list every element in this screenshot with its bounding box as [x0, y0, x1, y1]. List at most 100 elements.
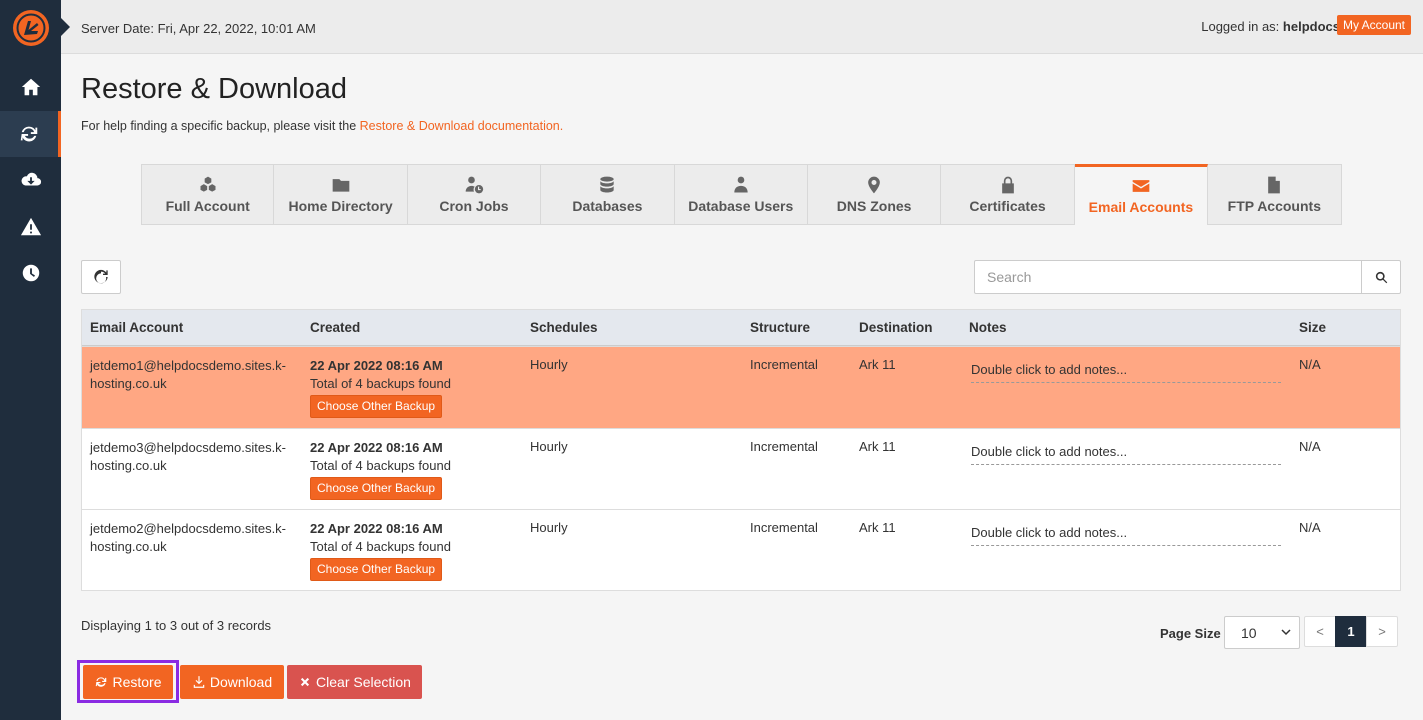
page-size-label: Page Size: [1160, 626, 1221, 641]
tab-database-users[interactable]: Database Users: [674, 164, 808, 225]
documentation-link[interactable]: Restore & Download documentation.: [360, 119, 564, 133]
tab-home-directory[interactable]: Home Directory: [274, 164, 408, 225]
choose-other-backup-button[interactable]: Choose Other Backup: [310, 477, 443, 500]
sidebar-item-restore[interactable]: [0, 111, 61, 157]
tab-dns-zones[interactable]: DNS Zones: [807, 164, 942, 225]
tab-email-accounts[interactable]: Email Accounts: [1074, 164, 1209, 225]
search-icon: [1375, 271, 1387, 283]
tab-label: Cron Jobs: [439, 198, 509, 214]
refresh-icon: [94, 269, 108, 284]
tab-label: FTP Accounts: [1227, 198, 1321, 214]
pager-next-button[interactable]: >: [1366, 616, 1398, 647]
logo[interactable]: [13, 10, 49, 46]
search-input[interactable]: [974, 260, 1362, 294]
records-count: Displaying 1 to 3 out of 3 records: [81, 618, 272, 633]
chevron-down-icon: [1281, 629, 1291, 636]
schedule-cell: Hourly: [530, 357, 568, 372]
destination-cell: Ark 11: [859, 357, 896, 372]
notes-field[interactable]: Double click to add notes...: [971, 361, 1281, 383]
schedule-cell: Hourly: [530, 439, 568, 454]
choose-other-backup-button[interactable]: Choose Other Backup: [310, 558, 443, 581]
table-row[interactable]: jetdemo3@helpdocsdemo.sites.k- hosting.c…: [82, 428, 1400, 509]
close-icon: [300, 677, 310, 687]
tab-label: Certificates: [969, 198, 1046, 214]
size-cell: N/A: [1299, 439, 1321, 454]
column-header-email[interactable]: Email Account: [82, 319, 302, 337]
tab-certificates[interactable]: Certificates: [941, 164, 1075, 225]
user-tie-icon: [734, 176, 748, 193]
refresh-button[interactable]: [81, 260, 121, 294]
server-date: Server Date: Fri, Apr 22, 2022, 10:01 AM: [81, 21, 316, 36]
structure-cell: Incremental: [750, 439, 818, 454]
size-cell: N/A: [1299, 357, 1321, 372]
download-icon: [193, 676, 205, 688]
sync-icon: [20, 126, 38, 142]
logged-in-prefix: Logged in as:: [1201, 19, 1283, 34]
email-line: jetdemo3@helpdocsdemo.sites.k-: [90, 440, 287, 455]
email-line: hosting.co.uk: [90, 376, 167, 391]
file-icon: [1268, 176, 1281, 194]
pager-page-1[interactable]: 1: [1335, 616, 1367, 647]
email-cell: jetdemo2@helpdocsdemo.sites.k- hosting.c…: [82, 510, 302, 590]
column-header-structure[interactable]: Structure: [742, 320, 851, 335]
column-header-created[interactable]: Created: [302, 319, 522, 337]
created-date: 22 Apr 2022 08:16 AM: [310, 440, 443, 455]
tab-label: Database Users: [688, 198, 794, 214]
topbar-arrow: [61, 18, 70, 36]
restore-button[interactable]: Restore: [83, 665, 173, 699]
column-header-notes[interactable]: Notes: [961, 320, 1291, 335]
created-cell: 22 Apr 2022 08:16 AM Total of 4 backups …: [302, 429, 522, 509]
restore-label: Restore: [112, 674, 162, 690]
database-icon: [600, 176, 615, 193]
page-title: Restore & Download: [81, 73, 347, 105]
schedule-cell: Hourly: [530, 520, 568, 535]
notes-cell: Double click to add notes...: [961, 510, 1291, 590]
sidebar-item-cloud[interactable]: [0, 157, 61, 203]
notes-cell: Double click to add notes...: [961, 429, 1291, 509]
my-account-button[interactable]: My Account: [1336, 15, 1411, 35]
backup-count: Total of 4 backups found: [310, 376, 451, 391]
pager-prev-button[interactable]: <: [1304, 616, 1336, 647]
table-header: Email Account Created Schedules Structur…: [82, 310, 1400, 346]
tab-full-account[interactable]: Full Account: [141, 164, 275, 225]
page-size-select[interactable]: 10: [1224, 616, 1300, 649]
email-line: jetdemo2@helpdocsdemo.sites.k-: [90, 521, 287, 536]
sidebar-item-history[interactable]: [0, 250, 61, 296]
table-row[interactable]: jetdemo1@helpdocsdemo.sites.k- hosting.c…: [82, 346, 1400, 428]
tab-label: Home Directory: [288, 198, 393, 214]
clock-icon: [22, 264, 39, 282]
created-cell: 22 Apr 2022 08:16 AM Total of 4 backups …: [302, 347, 522, 428]
tab-databases[interactable]: Databases: [541, 164, 675, 225]
backup-count: Total of 4 backups found: [310, 539, 451, 554]
sync-icon: [96, 677, 107, 687]
email-accounts-table: Email Account Created Schedules Structur…: [81, 309, 1401, 591]
clear-selection-button[interactable]: Clear Selection: [287, 665, 422, 699]
tab-label: Full Account: [165, 198, 250, 214]
created-date: 22 Apr 2022 08:16 AM: [310, 521, 443, 536]
backup-count: Total of 4 backups found: [310, 458, 451, 473]
choose-other-backup-button[interactable]: Choose Other Backup: [310, 395, 443, 418]
clear-selection-label: Clear Selection: [316, 674, 411, 690]
tab-label: Email Accounts: [1088, 199, 1194, 215]
column-header-destination[interactable]: Destination: [851, 320, 961, 335]
email-line: hosting.co.uk: [90, 539, 167, 554]
column-header-size[interactable]: Size: [1291, 320, 1400, 335]
notes-field[interactable]: Double click to add notes...: [971, 443, 1281, 465]
table-row[interactable]: jetdemo2@helpdocsdemo.sites.k- hosting.c…: [82, 509, 1400, 590]
envelope-icon: [1132, 180, 1150, 192]
column-header-schedules[interactable]: Schedules: [522, 320, 742, 335]
tab-ftp-accounts[interactable]: FTP Accounts: [1208, 164, 1342, 225]
search-button[interactable]: [1361, 260, 1401, 294]
logo-mark-icon: [14, 11, 48, 45]
username: helpdocs: [1282, 19, 1340, 34]
map-marker-icon: [868, 176, 880, 194]
download-button[interactable]: Download: [180, 665, 284, 699]
tab-cron-jobs[interactable]: Cron Jobs: [407, 164, 542, 225]
sidebar: [0, 0, 61, 720]
sidebar-item-alerts[interactable]: [0, 204, 61, 250]
notes-field[interactable]: Double click to add notes...: [971, 524, 1281, 546]
home-icon: [21, 78, 40, 96]
tab-label: Databases: [572, 198, 643, 214]
sidebar-item-home[interactable]: [0, 64, 61, 110]
pagination: < 1 >: [1304, 616, 1398, 647]
